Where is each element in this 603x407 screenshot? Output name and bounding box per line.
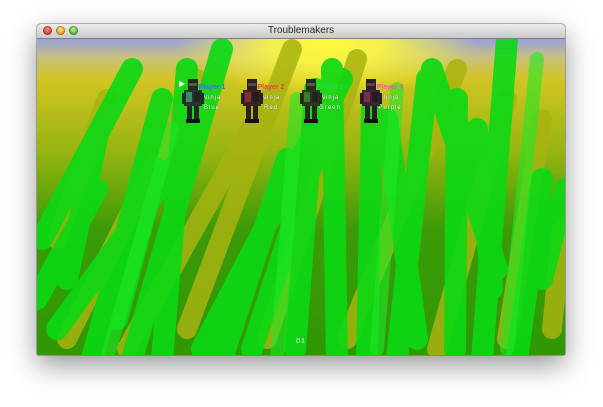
ninja-sprite-icon — [300, 79, 322, 123]
player-slot-1[interactable]: ▶ Player 1 Ninja Blue — [179, 79, 242, 123]
game-window: Troublemakers ▶ Player 1 Ninja Blue Play… — [37, 24, 565, 355]
ninja-sprite-icon — [241, 79, 263, 123]
ninja-sprite-icon — [360, 79, 382, 123]
player-select-panel: ▶ Player 1 Ninja Blue Player 2 Ninja Red… — [37, 39, 565, 355]
player-slot-4[interactable]: Player 4 Ninja Purple — [360, 79, 420, 123]
player-slot-3[interactable]: Player 3 Ninja Green — [300, 79, 360, 123]
game-scene[interactable]: ▶ Player 1 Ninja Blue Player 2 Ninja Red… — [37, 39, 565, 355]
status-counter: 01 — [296, 338, 306, 345]
window-title: Troublemakers — [267, 25, 335, 36]
title-bar[interactable]: Troublemakers — [37, 24, 565, 39]
ninja-sprite-icon — [182, 79, 204, 123]
selection-cursor-icon: ▶ — [179, 79, 186, 88]
player-slot-2[interactable]: Player 2 Ninja Red — [241, 79, 301, 123]
